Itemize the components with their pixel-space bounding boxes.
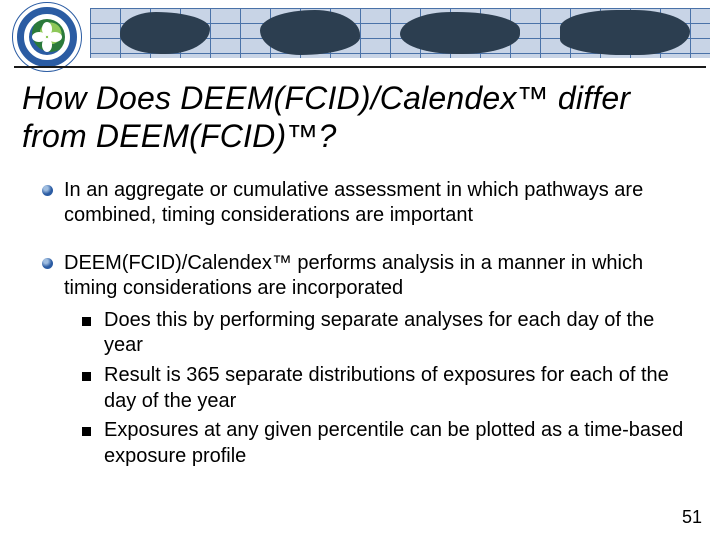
page-number: 51 [682,507,702,528]
list-item-text: DEEM(FCID)/Calendex™ performs analysis i… [64,252,643,300]
slide-header [0,0,720,70]
sub-list-item-text: Result is 365 separate distributions of … [104,364,669,412]
map-landmass-icon [560,10,690,55]
map-landmass-icon [260,10,360,55]
epa-logo [12,2,82,72]
map-landmass-icon [400,12,520,54]
sub-list-item-text: Does this by performing separate analyse… [104,309,654,357]
sub-list-item: Does this by performing separate analyse… [82,308,698,359]
list-item: DEEM(FCID)/Calendex™ performs analysis i… [42,251,698,470]
header-divider [14,66,706,68]
sub-list-item-text: Exposures at any given percentile can be… [104,419,683,467]
sub-list-item: Result is 365 separate distributions of … [82,363,698,414]
bullet-list: In an aggregate or cumulative assessment… [22,178,698,470]
sub-bullet-list: Does this by performing separate analyse… [64,308,698,470]
list-item-text: In an aggregate or cumulative assessment… [64,179,643,227]
slide-title: How Does DEEM(FCID)/Calendex™ differ fro… [22,80,698,156]
list-item: In an aggregate or cumulative assessment… [42,178,698,229]
slide-body: How Does DEEM(FCID)/Calendex™ differ fro… [0,70,720,469]
sub-list-item: Exposures at any given percentile can be… [82,418,698,469]
